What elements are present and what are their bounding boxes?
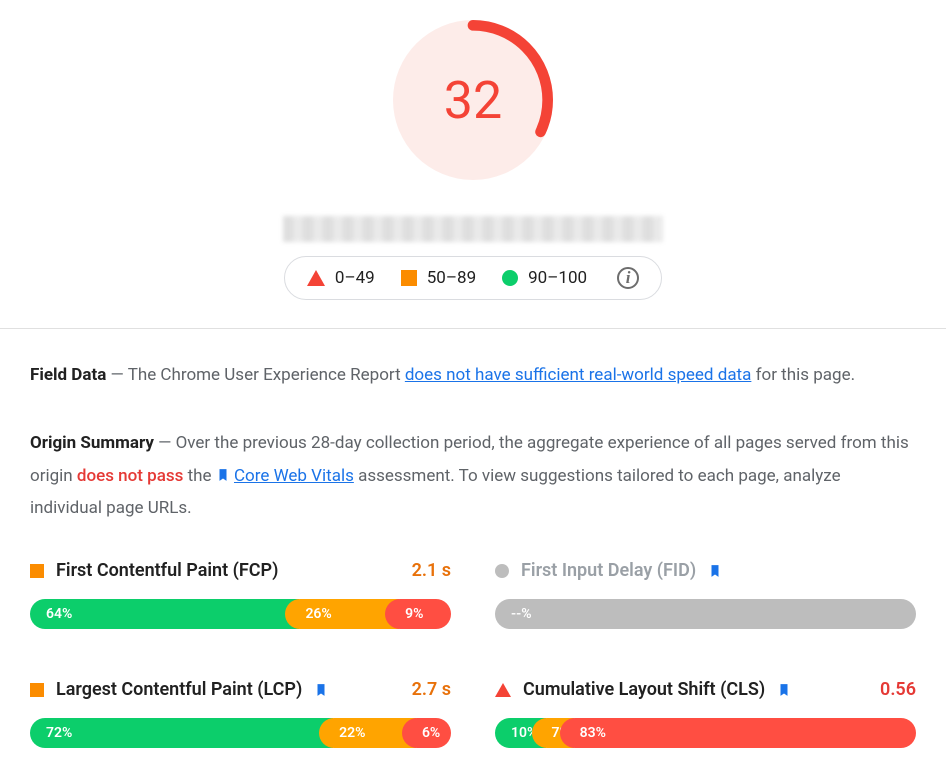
bookmark-icon bbox=[708, 563, 722, 579]
legend-avg: 50–89 bbox=[401, 268, 476, 288]
metric-lcp-distribution: 72% 22% 6% bbox=[30, 718, 451, 748]
core-web-vitals-link[interactable]: Core Web Vitals bbox=[234, 466, 354, 486]
legend-pass-range: 90–100 bbox=[528, 268, 587, 288]
info-icon[interactable]: i bbox=[617, 267, 639, 289]
metric-lcp-label: Largest Contentful Paint (LCP) bbox=[56, 679, 302, 700]
section-divider bbox=[0, 328, 946, 329]
field-data-link[interactable]: does not have sufficient real-world spee… bbox=[405, 365, 752, 385]
fcp-poor-seg: 9% bbox=[385, 599, 451, 629]
metric-fcp-value: 2.1 s bbox=[412, 560, 451, 581]
metric-lcp: Largest Contentful Paint (LCP) 2.7 s 72%… bbox=[30, 679, 451, 748]
metric-fcp-distribution: 64% 26% 9% bbox=[30, 599, 451, 629]
square-orange-icon bbox=[30, 564, 44, 578]
field-data-pre: — The Chrome User Experience Report bbox=[111, 365, 405, 385]
lcp-good-seg: 72% bbox=[30, 718, 333, 748]
bookmark-icon bbox=[216, 467, 230, 483]
triangle-red-icon bbox=[307, 270, 325, 286]
score-section: 32 0–49 50–89 90–100 i bbox=[0, 0, 946, 328]
metric-fid-distribution: --% bbox=[495, 599, 916, 629]
metric-cls-label: Cumulative Layout Shift (CLS) bbox=[523, 679, 765, 700]
circle-green-icon bbox=[502, 270, 518, 286]
legend-fail: 0–49 bbox=[307, 268, 375, 288]
bookmark-icon bbox=[314, 682, 328, 698]
metric-fcp: First Contentful Paint (FCP) 2.1 s 64% 2… bbox=[30, 560, 451, 629]
metric-fid-label: First Input Delay (FID) bbox=[521, 560, 696, 581]
square-orange-icon bbox=[30, 683, 44, 697]
legend-pass: 90–100 bbox=[502, 268, 587, 288]
metric-fid: First Input Delay (FID) --% bbox=[495, 560, 916, 629]
square-orange-icon bbox=[401, 270, 417, 286]
legend-avg-range: 50–89 bbox=[427, 268, 476, 288]
legend-fail-range: 0–49 bbox=[335, 268, 375, 288]
lcp-poor-seg: 6% bbox=[402, 718, 451, 748]
score-gauge: 32 bbox=[393, 20, 553, 180]
origin-summary-paragraph: Origin Summary — Over the previous 28-da… bbox=[30, 427, 916, 524]
score-legend: 0–49 50–89 90–100 i bbox=[284, 256, 662, 300]
metric-cls-distribution: 10% 7% 83% bbox=[495, 718, 916, 748]
fcp-good-seg: 64% bbox=[30, 599, 299, 629]
metric-fcp-label: First Contentful Paint (FCP) bbox=[56, 560, 278, 581]
field-data-paragraph: Field Data — The Chrome User Experience … bbox=[30, 359, 916, 391]
circle-grey-icon bbox=[495, 564, 509, 578]
field-data-heading: Field Data bbox=[30, 365, 106, 385]
metric-lcp-value: 2.7 s bbox=[412, 679, 451, 700]
fcp-avg-seg: 26% bbox=[285, 599, 399, 629]
field-data-post: for this page. bbox=[756, 365, 855, 385]
score-value: 32 bbox=[393, 20, 553, 180]
fid-na-seg: --% bbox=[495, 599, 916, 629]
metric-cls-value: 0.56 bbox=[880, 679, 916, 700]
page-url-redacted bbox=[283, 216, 663, 242]
bookmark-icon bbox=[777, 682, 791, 698]
metrics-grid: First Contentful Paint (FCP) 2.1 s 64% 2… bbox=[30, 560, 916, 748]
origin-summary-mid: the bbox=[188, 466, 216, 486]
origin-summary-fail: does not pass bbox=[77, 466, 184, 486]
triangle-red-icon bbox=[495, 683, 511, 697]
origin-summary-heading: Origin Summary bbox=[30, 433, 154, 453]
cls-poor-seg: 83% bbox=[560, 718, 916, 748]
metric-cls: Cumulative Layout Shift (CLS) 0.56 10% 7… bbox=[495, 679, 916, 748]
